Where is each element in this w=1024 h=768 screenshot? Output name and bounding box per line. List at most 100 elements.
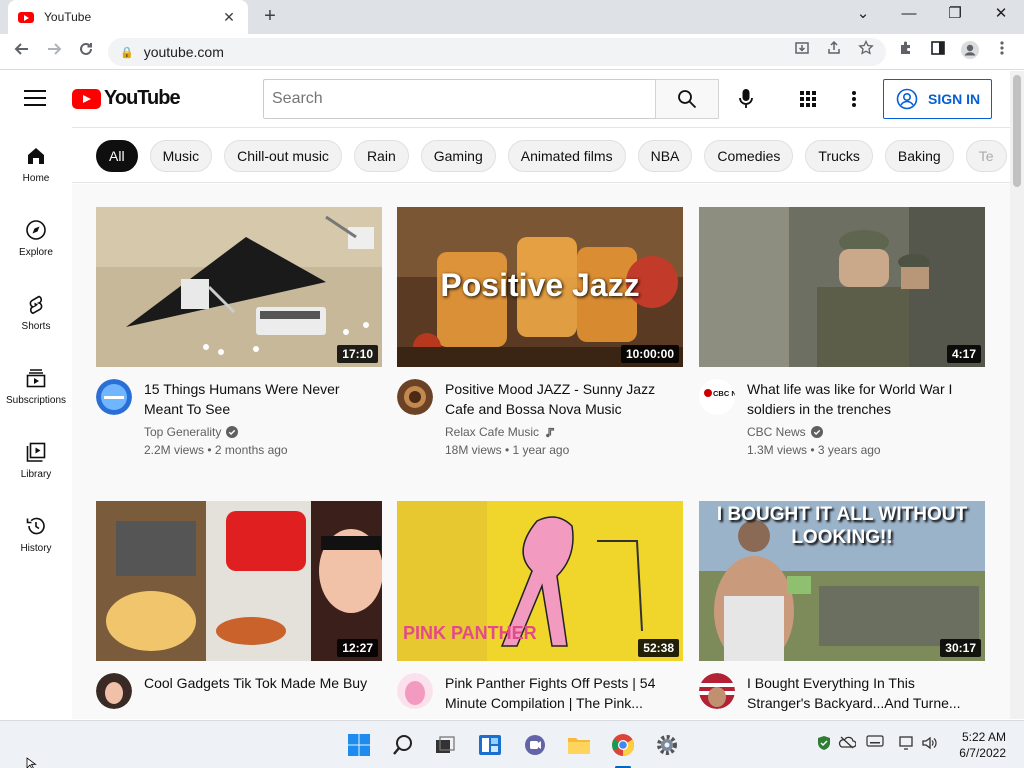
- channel-avatar[interactable]: [397, 379, 433, 415]
- video-title[interactable]: I Bought Everything In This Stranger's B…: [747, 673, 977, 713]
- video-card[interactable]: PINK PANTHER 52:38 Pink Panther Fights O…: [397, 501, 683, 719]
- tab-search-button[interactable]: ⌄: [840, 0, 886, 30]
- bookmark-star-icon[interactable]: [856, 39, 876, 60]
- video-title[interactable]: Positive Mood JAZZ - Sunny Jazz Cafe and…: [445, 379, 675, 419]
- channel-name[interactable]: Top Generality: [144, 425, 239, 439]
- chip-chill-out-music[interactable]: Chill-out music: [224, 140, 342, 172]
- start-windows-icon[interactable]: [345, 731, 373, 759]
- video-card[interactable]: I BOUGHT IT ALL WITHOUT LOOKING!! 30:17 …: [699, 501, 985, 719]
- chip-trucks[interactable]: Trucks: [805, 140, 873, 172]
- chip-comedies[interactable]: Comedies: [704, 140, 794, 172]
- sidebar-item-library[interactable]: Library: [0, 423, 72, 495]
- chip-all[interactable]: All: [96, 140, 138, 172]
- search-button[interactable]: [655, 79, 719, 119]
- channel-avatar[interactable]: [397, 673, 433, 709]
- youtube-favicon-icon: [18, 11, 34, 23]
- reload-button[interactable]: [74, 40, 98, 64]
- video-thumbnail[interactable]: 12:27: [96, 501, 382, 661]
- new-tab-button[interactable]: +: [258, 5, 282, 29]
- sidebar-item-shorts[interactable]: Shorts: [0, 275, 72, 347]
- chrome-icon[interactable]: [609, 731, 637, 759]
- side-panel-icon[interactable]: [928, 40, 948, 60]
- youtube-apps-button[interactable]: [794, 85, 822, 113]
- extensions-puzzle-icon[interactable]: [896, 40, 916, 60]
- sidebar-item-label: History: [20, 543, 52, 554]
- video-duration: 17:10: [337, 345, 378, 363]
- chip-nba[interactable]: NBA: [637, 140, 693, 172]
- scrollbar-thumb[interactable]: [1013, 75, 1021, 187]
- voice-search-button[interactable]: [732, 85, 760, 113]
- restore-button[interactable]: ❐: [932, 0, 978, 30]
- guide-menu-icon[interactable]: [24, 90, 46, 106]
- keyboard-icon[interactable]: [865, 735, 885, 755]
- widgets-icon[interactable]: [476, 731, 504, 759]
- sidebar-item-explore[interactable]: Explore: [0, 201, 72, 273]
- video-thumbnail[interactable]: 17:10: [96, 207, 382, 367]
- taskbar-search-icon[interactable]: [389, 731, 417, 759]
- youtube-logo[interactable]: YouTube: [72, 87, 181, 110]
- channel-avatar[interactable]: CBC NEWS: [699, 379, 735, 415]
- chip-partial[interactable]: Te: [965, 140, 1007, 172]
- chip-animated-films[interactable]: Animated films: [507, 140, 626, 172]
- video-thumbnail[interactable]: Positive Jazz 10:00:00: [397, 207, 683, 367]
- video-card[interactable]: 12:27 Cool Gadgets Tik Tok Made Me Buy: [96, 501, 382, 719]
- file-explorer-icon[interactable]: [565, 731, 593, 759]
- settings-more-button[interactable]: [840, 85, 868, 113]
- video-thumbnail[interactable]: I BOUGHT IT ALL WITHOUT LOOKING!! 30:17: [699, 501, 985, 661]
- sign-in-button[interactable]: SIGN IN: [883, 79, 992, 119]
- share-icon[interactable]: [824, 40, 844, 60]
- video-card[interactable]: 4:17 CBC NEWS What life was like for Wor…: [699, 207, 985, 461]
- network-icon[interactable]: [897, 735, 917, 755]
- channel-avatar[interactable]: [96, 673, 132, 709]
- thumbnail-image: [96, 207, 382, 367]
- search-input[interactable]: [263, 79, 655, 119]
- channel-name[interactable]: CBC News: [747, 425, 823, 439]
- chip-music[interactable]: Music: [149, 140, 213, 172]
- volume-icon[interactable]: [920, 735, 940, 755]
- shorts-icon: [29, 295, 43, 315]
- video-card[interactable]: Positive Jazz 10:00:00 Positive Mood JAZ…: [397, 207, 683, 461]
- chip-gaming[interactable]: Gaming: [420, 140, 496, 172]
- onedrive-icon[interactable]: [837, 735, 857, 755]
- channel-avatar[interactable]: [96, 379, 132, 415]
- youtube-masthead: YouTube SIGN IN: [0, 71, 1010, 127]
- video-title[interactable]: Pink Panther Fights Off Pests | 54 Minut…: [445, 673, 675, 713]
- settings-gear-icon[interactable]: [653, 731, 681, 759]
- video-thumbnail[interactable]: PINK PANTHER 52:38: [397, 501, 683, 661]
- video-card[interactable]: 17:10 15 Things Humans Were Never Meant …: [96, 207, 382, 461]
- security-shield-icon[interactable]: [814, 735, 834, 755]
- sidebar-item-subscriptions[interactable]: Subscriptions: [0, 349, 72, 421]
- compass-icon: [26, 220, 46, 240]
- teams-chat-icon[interactable]: [521, 731, 549, 759]
- sidebar-item-label: Explore: [19, 247, 53, 258]
- page-scrollbar[interactable]: [1010, 71, 1024, 719]
- sidebar-item-home[interactable]: Home: [0, 127, 72, 199]
- video-thumbnail[interactable]: 4:17: [699, 207, 985, 367]
- video-title[interactable]: Cool Gadgets Tik Tok Made Me Buy: [144, 673, 374, 693]
- video-title[interactable]: 15 Things Humans Were Never Meant To See: [144, 379, 374, 419]
- close-window-button[interactable]: ✕: [978, 0, 1024, 30]
- thumbnail-overlay-text: Positive Jazz: [440, 267, 640, 303]
- sidebar-item-history[interactable]: History: [0, 497, 72, 569]
- back-arrow-icon: [14, 43, 28, 55]
- thumbnail-image: [96, 501, 382, 661]
- tab-close-button[interactable]: ✕: [220, 9, 238, 26]
- install-app-icon[interactable]: [792, 40, 812, 60]
- channel-name-text: Top Generality: [144, 425, 222, 439]
- forward-button[interactable]: [42, 40, 66, 64]
- chip-rain[interactable]: Rain: [353, 140, 409, 172]
- taskbar-clock[interactable]: 5:22 AM 6/7/2022: [959, 729, 1006, 761]
- address-bar[interactable]: 🔒 youtube.com: [108, 38, 886, 66]
- channel-avatar[interactable]: [699, 673, 735, 709]
- browser-tab-youtube[interactable]: YouTube ✕: [8, 0, 248, 34]
- video-title[interactable]: What life was like for World War I soldi…: [747, 379, 977, 419]
- back-button[interactable]: [10, 40, 34, 64]
- channel-name-text: CBC News: [747, 425, 806, 439]
- task-view-icon[interactable]: [431, 731, 459, 759]
- profile-avatar-icon[interactable]: [960, 40, 980, 60]
- browser-menu-icon[interactable]: [992, 40, 1012, 60]
- channel-name[interactable]: Relax Cafe Music: [445, 425, 556, 439]
- minimize-button[interactable]: —: [886, 0, 932, 30]
- microphone-icon: [739, 89, 753, 108]
- chip-baking[interactable]: Baking: [884, 140, 954, 172]
